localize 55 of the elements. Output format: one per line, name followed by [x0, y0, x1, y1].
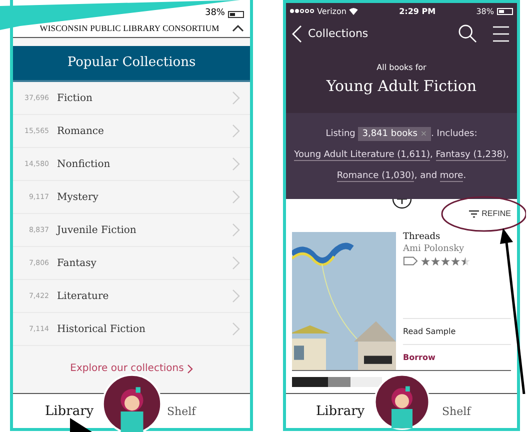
chevron-up-icon[interactable]: [232, 24, 244, 32]
collection-link[interactable]: Fantasy (1,238): [436, 150, 506, 161]
collection-name: Fantasy: [57, 258, 98, 268]
logo-icon[interactable]: [102, 374, 162, 432]
collection-link[interactable]: Romance (1,030): [336, 171, 414, 182]
sample-button[interactable]: Read Sample: [403, 318, 511, 344]
tab[interactable]: Shelf: [438, 402, 475, 420]
collection-name: Fiction: [57, 92, 94, 104]
logo-icon[interactable]: [374, 374, 430, 430]
collection-name: Romance: [57, 126, 105, 136]
wifi-icon: [349, 8, 358, 14]
battery-percentage: 38%: [204, 8, 225, 18]
borrow-button[interactable]: Borrow: [403, 344, 511, 370]
section-header: Popular Collections: [13, 46, 250, 82]
tab[interactable]: Shelf: [163, 402, 200, 420]
collection-link[interactable]: Young Adult Literature (1,611): [294, 150, 430, 161]
book-title[interactable]: Threads: [403, 232, 440, 242]
tab[interactable]: Library: [312, 402, 369, 420]
filter-icon: [468, 210, 479, 218]
chevron-right-icon: [232, 322, 240, 336]
collection-name: Historical Fiction: [57, 324, 146, 334]
tag-icon: [403, 256, 418, 266]
explore-link[interactable]: Explore our collections: [70, 363, 184, 374]
battery-icon: [228, 11, 244, 18]
status-time: 2:29 PM: [399, 6, 436, 16]
menu-icon[interactable]: [493, 26, 509, 42]
signal-icon: [290, 9, 314, 13]
carrier-name: Verizon: [317, 6, 346, 16]
chevron-right-icon: [232, 289, 240, 303]
back-chevron-icon: [292, 24, 302, 42]
chevron-right-icon: [232, 91, 240, 105]
chevron-right-icon: [232, 256, 240, 270]
collection-name: Mystery: [57, 192, 100, 202]
collection-name: Literature: [57, 290, 110, 302]
library-name: WISCONSIN PUBLIC LIBRARY CONSORTIUM: [38, 23, 220, 33]
collection-link[interactable]: more: [440, 171, 464, 182]
chevron-right-icon: [186, 364, 193, 374]
tab[interactable]: Library: [41, 402, 98, 420]
battery-percentage: 38%: [476, 6, 494, 16]
collection-name: Juvenile Fiction: [57, 224, 138, 236]
listing-summary: Listing 3,841 books × . Includes: Young Adult Literature (1,611), Fantasy (1,238), Romance (1,030), and more.: [293, 126, 510, 184]
chevron-right-icon: [232, 223, 240, 237]
collection-title: Young Adult Fiction: [325, 77, 478, 97]
pointer-arrow: [70, 418, 92, 432]
subtitle: All books for: [376, 63, 428, 72]
chevron-right-icon: [232, 124, 240, 138]
filter-chip[interactable]: 3,841 books ×: [358, 127, 432, 141]
back-button[interactable]: Collections: [292, 24, 368, 42]
chevron-right-icon: [232, 190, 240, 204]
book-author: Ami Polonsky: [403, 244, 466, 254]
search-icon[interactable]: [458, 24, 477, 43]
chevron-right-icon: [232, 157, 240, 171]
battery-icon: [497, 8, 513, 14]
refine-button[interactable]: REFINE: [468, 209, 511, 218]
collection-name: Nonfiction: [57, 158, 112, 170]
